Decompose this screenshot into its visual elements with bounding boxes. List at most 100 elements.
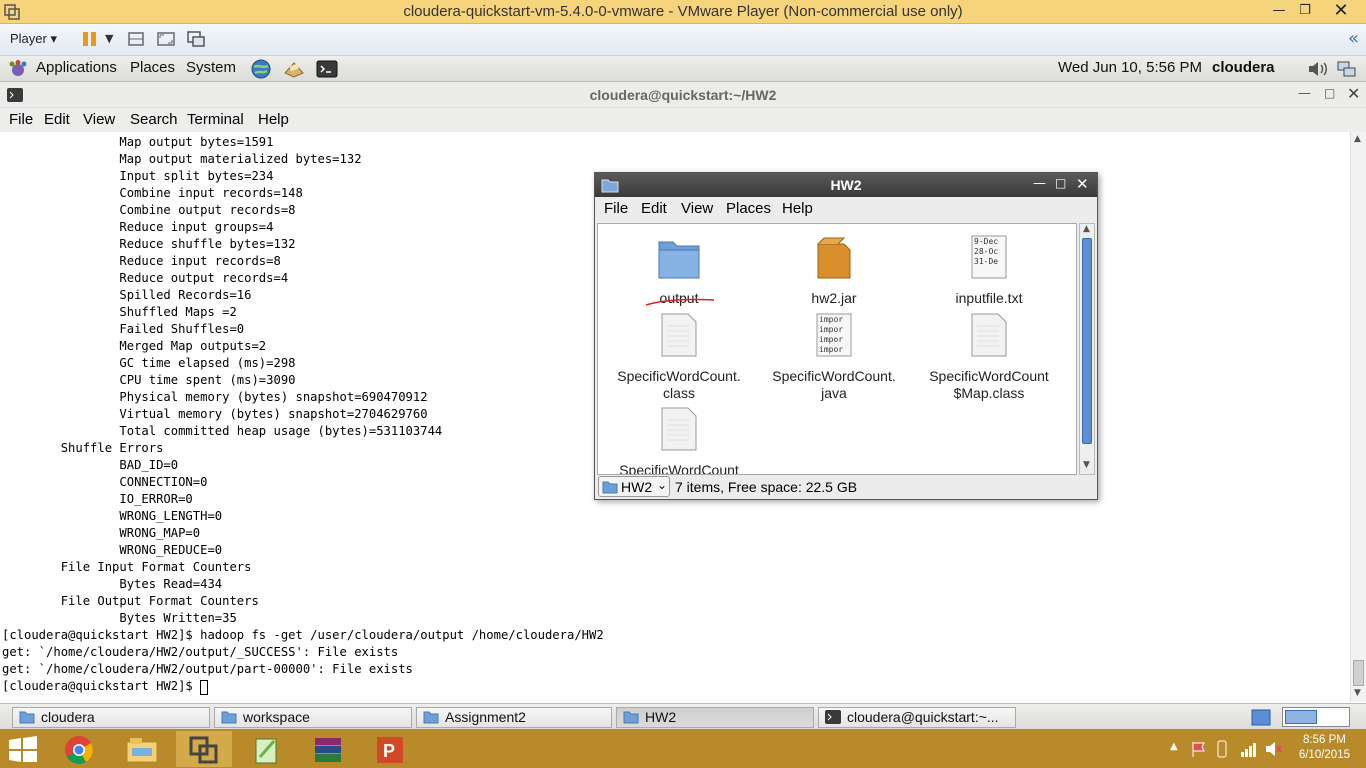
collapse-toolbar-icon[interactable]: « [1348, 28, 1359, 49]
maximize-button[interactable]: ❐ [1290, 0, 1320, 24]
task-terminal[interactable]: cloudera@quickstart:~... [818, 707, 1016, 728]
fm-minimize-button[interactable]: — [1033, 176, 1046, 191]
fm-close-button[interactable]: ✕ [1076, 175, 1089, 193]
terminal-close-button[interactable]: ✕ [1347, 84, 1360, 103]
web-browser-icon[interactable] [250, 58, 272, 80]
pause-dropdown-icon[interactable]: ▼ [105, 32, 113, 45]
terminal-scrollbar[interactable]: ▲ ▼ [1350, 132, 1366, 702]
vmware-toolbar: Player ▾ ▼ « [0, 24, 1366, 56]
file-icon-view[interactable]: output hw2.jar inputfile.txt 9-Dec 28-Oc 3… [597, 223, 1077, 475]
removable-devices-icon[interactable] [126, 30, 146, 48]
volume-icon[interactable] [1306, 59, 1330, 79]
terminal-menu-file[interactable]: File [9, 111, 33, 128]
terminal-minimize-button[interactable]: — [1298, 86, 1311, 101]
terminal-line: WRONG_LENGTH=0 [2, 509, 223, 523]
file-item-hw2-jar[interactable]: hw2.jar [759, 234, 909, 307]
location-label: HW2 [621, 479, 653, 495]
terminal-line: WRONG_REDUCE=0 [2, 543, 223, 557]
workspace-icon[interactable] [1251, 707, 1271, 727]
terminal-line: Failed Shuffles=0 [2, 322, 245, 336]
fm-scroll-thumb[interactable] [1082, 238, 1092, 444]
system-menu[interactable]: System [186, 59, 236, 76]
windows-start-icon[interactable] [8, 736, 38, 762]
task-cloudera[interactable]: cloudera [12, 707, 210, 728]
winrar-icon [315, 738, 341, 762]
vmware-taskbar-button[interactable] [176, 731, 232, 767]
generic-file-icon [661, 407, 697, 451]
applications-menu[interactable]: Applications [36, 59, 117, 76]
file-item-specificwordcount-map-class[interactable]: SpecificWordCount $Map.class [914, 312, 1064, 402]
chrome-icon [65, 736, 93, 764]
tray-flag-icon[interactable] [1190, 740, 1208, 758]
file-label: SpecificWordCount. class [617, 368, 741, 401]
terminal-title-bar: cloudera@quickstart:~/HW2 — □ ✕ [0, 82, 1366, 108]
folder-icon [623, 711, 639, 724]
notepad-plus-icon [255, 738, 277, 764]
windows-clock[interactable]: 8:56 PM 6/10/2015 [1299, 733, 1350, 763]
close-button[interactable]: ✕ [1326, 0, 1356, 24]
workspace-1[interactable] [1285, 710, 1317, 724]
file-item-output[interactable]: output [604, 234, 754, 307]
terminal-launcher-icon[interactable] [316, 59, 338, 79]
notepad-taskbar-button[interactable] [238, 731, 294, 767]
fm-menu-file[interactable]: File [604, 200, 628, 217]
places-menu[interactable]: Places [130, 59, 175, 76]
text-preview: 9-Dec 28-Oc 31-De [974, 237, 999, 266]
powerpoint-taskbar-button[interactable]: P [362, 731, 418, 767]
network-icon[interactable] [1336, 59, 1358, 79]
file-label: inputfile.txt [955, 290, 1023, 306]
task-hw2[interactable]: HW2 [616, 707, 814, 728]
terminal-menu-edit[interactable]: Edit [44, 111, 70, 128]
terminal-line: Reduce input records=8 [2, 254, 281, 268]
location-dropdown[interactable]: HW2 ⌄ [598, 476, 670, 497]
unity-mode-icon[interactable] [186, 30, 206, 48]
file-label: SpecificWordCount $Map.class [929, 368, 1049, 401]
fm-scrollbar[interactable]: ▲ ▼ [1079, 223, 1095, 475]
fit-guest-icon[interactable] [156, 30, 176, 48]
fm-menu-view[interactable]: View [681, 200, 713, 217]
file-label: SpecificWordCount. java [772, 368, 896, 401]
fm-menu-places[interactable]: Places [726, 200, 771, 217]
winrar-taskbar-button[interactable] [300, 731, 356, 767]
red-underline-annotation [645, 298, 715, 306]
terminal-line: Map output materialized bytes=132 [2, 152, 362, 166]
terminal-line: Bytes Read=434 [2, 577, 223, 591]
terminal-line: Spilled Records=16 [2, 288, 252, 302]
file-explorer-taskbar-button[interactable] [114, 731, 170, 767]
terminal-line: [cloudera@quickstart HW2]$ hadoop fs -ge… [2, 628, 604, 642]
terminal-scroll-thumb[interactable] [1353, 660, 1364, 686]
tray-device-icon[interactable] [1214, 740, 1230, 758]
file-item-specificwordcount-java[interactable]: SpecificWordCount. java impor impor impor i… [759, 312, 909, 402]
fm-maximize-button[interactable]: □ [1055, 176, 1066, 190]
file-item-specificwordcount-reduce-class[interactable]: SpecificWordCount $Reduce.class [604, 406, 754, 474]
tray-volume-muted-icon[interactable] [1264, 740, 1282, 758]
terminal-menu-search[interactable]: Search [130, 111, 178, 128]
home-folder-icon [19, 711, 35, 724]
player-menu-button[interactable]: Player ▾ [10, 31, 57, 47]
tray-expand-icon[interactable]: ▲ [1170, 741, 1178, 752]
tray-signal-icon[interactable] [1240, 740, 1258, 758]
terminal-lines: Map output bytes=1591 Map output materia… [2, 134, 604, 695]
fm-menu-help[interactable]: Help [782, 200, 813, 217]
terminal-menu-terminal[interactable]: Terminal [187, 111, 244, 128]
vmware-title-bar: cloudera-quickstart-vm-5.4.0-0-vmware - … [0, 0, 1366, 24]
file-item-specificwordcount-class[interactable]: SpecificWordCount. class [604, 312, 754, 402]
terminal-menu-help[interactable]: Help [258, 111, 289, 128]
workspace-switcher[interactable] [1282, 707, 1350, 727]
terminal-line: Virtual memory (bytes) snapshot=27046297… [2, 407, 428, 421]
terminal-line: WRONG_MAP=0 [2, 526, 201, 540]
terminal-icon [825, 710, 841, 724]
chrome-taskbar-button[interactable] [52, 731, 108, 767]
pause-icon[interactable] [80, 30, 100, 48]
task-assignment2[interactable]: Assignment2 [416, 707, 612, 728]
panel-clock[interactable]: Wed Jun 10, 5:56 PM [1058, 59, 1202, 76]
terminal-maximize-button[interactable]: □ [1324, 86, 1335, 100]
file-item-inputfile-txt[interactable]: inputfile.txt 9-Dec 28-Oc 31-De [914, 234, 1064, 307]
terminal-line: [cloudera@quickstart HW2]$ [2, 678, 604, 695]
mail-client-icon[interactable] [283, 59, 305, 79]
terminal-line: Reduce input groups=4 [2, 220, 274, 234]
panel-username[interactable]: cloudera [1212, 59, 1275, 76]
fm-menu-edit[interactable]: Edit [641, 200, 667, 217]
task-workspace[interactable]: workspace [214, 707, 412, 728]
terminal-menu-view[interactable]: View [83, 111, 115, 128]
